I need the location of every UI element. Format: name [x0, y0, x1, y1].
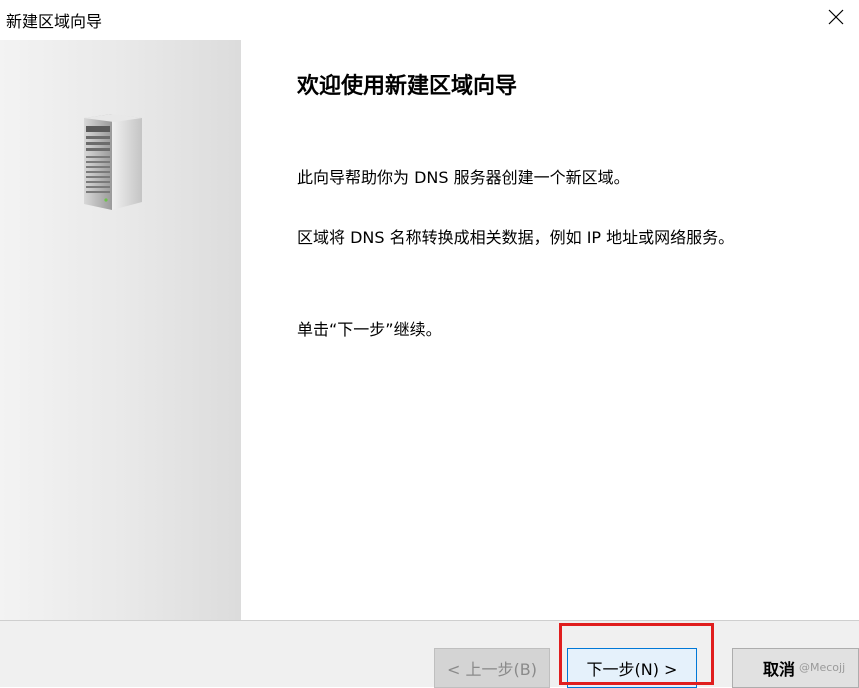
title-bar: 新建区域向导: [0, 0, 859, 40]
watermark: @Mecojj: [799, 661, 846, 674]
description-text: 此向导帮助你为 DNS 服务器创建一个新区域。: [297, 168, 630, 187]
next-button[interactable]: 下一步(N) >: [567, 648, 697, 688]
zone-explanation-text: 区域将 DNS 名称转换成相关数据，例如 IP 地址或网络服务。: [297, 228, 735, 247]
wizard-content: 欢迎使用新建区域向导 此向导帮助你为 DNS 服务器创建一个新区域。 区域将 D…: [241, 40, 859, 620]
wizard-heading: 欢迎使用新建区域向导: [297, 74, 518, 99]
server-tower-icon: [84, 114, 142, 210]
continue-instruction-text: 单击“下一步”继续。: [297, 320, 442, 339]
window-title: 新建区域向导: [6, 12, 103, 31]
wizard-side-panel: [0, 40, 241, 620]
close-icon: [828, 9, 844, 25]
close-button[interactable]: [813, 0, 859, 36]
wizard-footer: < 上一步(B) 下一步(N) > 取消: [0, 621, 859, 688]
back-button[interactable]: < 上一步(B): [434, 648, 550, 688]
